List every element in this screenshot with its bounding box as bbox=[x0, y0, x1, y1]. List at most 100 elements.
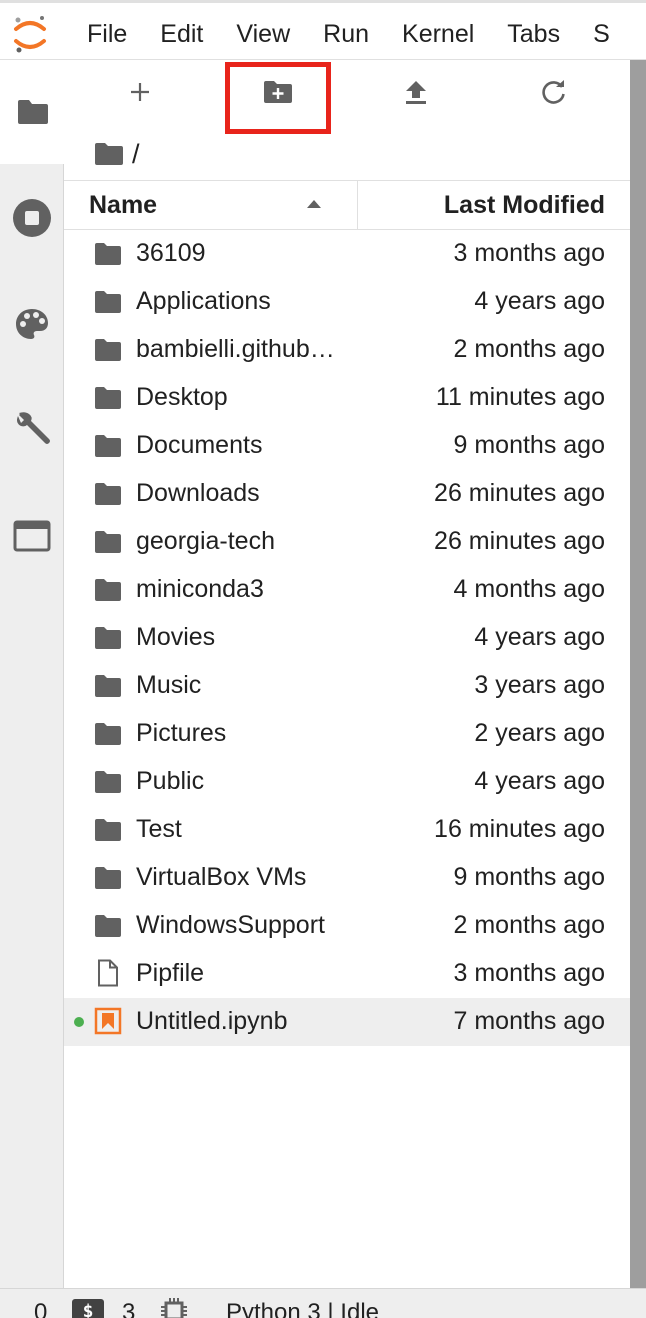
file-list-row[interactable]: Music 3 years ago bbox=[64, 662, 630, 710]
file-list-row[interactable]: Pictures 2 years ago bbox=[64, 710, 630, 758]
folder-icon bbox=[17, 100, 48, 124]
folder-icon bbox=[95, 291, 121, 313]
file-modified: 4 months ago bbox=[453, 575, 606, 603]
file-name: Desktop bbox=[136, 383, 228, 411]
row-icon bbox=[94, 674, 122, 698]
tab-commands[interactable] bbox=[0, 272, 64, 376]
file-list-row[interactable]: Pipfile 3 months ago bbox=[64, 950, 630, 998]
file-modified: 4 years ago bbox=[474, 767, 605, 795]
row-icon bbox=[94, 818, 122, 842]
folder-icon bbox=[95, 339, 121, 361]
menu-view[interactable]: View bbox=[236, 19, 290, 49]
column-header-name-label: Name bbox=[89, 191, 158, 219]
menu-kernel[interactable]: Kernel bbox=[402, 19, 474, 49]
folder-icon bbox=[95, 243, 121, 265]
tab-file-browser[interactable] bbox=[0, 60, 65, 164]
kernel-status[interactable]: Python 3 | Idle bbox=[226, 1299, 379, 1318]
menu-bar: File Edit View Run Kernel Tabs S bbox=[0, 0, 646, 60]
tab-open-tabs[interactable] bbox=[0, 484, 64, 588]
row-icon bbox=[94, 386, 122, 410]
menu-edit[interactable]: Edit bbox=[160, 19, 203, 49]
upload-button[interactable] bbox=[394, 74, 438, 110]
row-icon bbox=[94, 482, 122, 506]
folder-icon bbox=[95, 435, 121, 457]
folder-icon bbox=[95, 627, 121, 649]
file-name: Untitled.ipynb bbox=[136, 1007, 288, 1035]
file-name: miniconda3 bbox=[136, 575, 264, 603]
refresh-button[interactable] bbox=[532, 74, 576, 110]
file-modified: 2 months ago bbox=[453, 335, 606, 363]
tab-window-icon bbox=[13, 520, 51, 552]
file-list-row[interactable]: Public 4 years ago bbox=[64, 758, 630, 806]
file-list-row[interactable]: Documents 9 months ago bbox=[64, 422, 630, 470]
menu-file[interactable]: File bbox=[87, 19, 127, 49]
file-modified: 4 years ago bbox=[474, 623, 605, 651]
file-icon bbox=[98, 959, 118, 987]
file-list-row[interactable]: Test 16 minutes ago bbox=[64, 806, 630, 854]
file-modified: 2 months ago bbox=[453, 911, 606, 939]
file-list-row[interactable]: bambielli.github… 2 months ago bbox=[64, 326, 630, 374]
file-list-header: Name Last Modified bbox=[64, 180, 630, 230]
file-name: Pipfile bbox=[136, 959, 205, 987]
tab-running-sessions[interactable] bbox=[0, 166, 64, 270]
jupyter-logo-icon bbox=[12, 15, 48, 53]
file-modified: 3 years ago bbox=[474, 671, 605, 699]
new-folder-icon bbox=[264, 81, 292, 103]
folder-icon bbox=[95, 915, 121, 937]
file-list-row[interactable]: Downloads 26 minutes ago bbox=[64, 470, 630, 518]
upload-icon bbox=[406, 81, 426, 104]
file-list-row[interactable]: Desktop 11 minutes ago bbox=[64, 374, 630, 422]
column-header-modified[interactable]: Last Modified bbox=[358, 181, 630, 229]
file-list-row[interactable]: WindowsSupport 2 months ago bbox=[64, 902, 630, 950]
file-list-row[interactable]: 36109 3 months ago bbox=[64, 230, 630, 278]
file-modified: 11 minutes ago bbox=[435, 383, 605, 411]
kernel-chip-icon bbox=[161, 1298, 187, 1318]
row-icon bbox=[94, 290, 122, 314]
file-list-row[interactable]: Applications 4 years ago bbox=[64, 278, 630, 326]
file-name: Music bbox=[136, 671, 202, 699]
sort-ascending-icon bbox=[307, 200, 321, 208]
menu-settings[interactable]: S bbox=[593, 19, 610, 49]
new-launcher-button[interactable] bbox=[118, 74, 162, 110]
folder-icon bbox=[95, 579, 121, 601]
file-list-row[interactable]: VirtualBox VMs 9 months ago bbox=[64, 854, 630, 902]
tab-property-inspector[interactable] bbox=[0, 378, 64, 482]
file-name: 36109 bbox=[136, 239, 206, 267]
terminals-count: 0 bbox=[34, 1299, 48, 1318]
file-modified: 3 months ago bbox=[453, 239, 606, 267]
menu-tabs[interactable]: Tabs bbox=[507, 19, 560, 49]
home-folder-icon[interactable] bbox=[94, 142, 124, 166]
kernels-count: 3 bbox=[122, 1299, 136, 1318]
wrench-icon bbox=[17, 412, 50, 444]
file-name: bambielli.github… bbox=[136, 335, 335, 363]
folder-icon bbox=[95, 531, 121, 553]
file-browser-toolbar bbox=[64, 60, 630, 134]
file-name: Pictures bbox=[136, 719, 227, 747]
plus-icon bbox=[131, 83, 149, 101]
file-list: 36109 3 months ago Applications 4 years ago… bbox=[64, 230, 630, 1046]
file-name: Public bbox=[136, 767, 205, 795]
notebook-icon bbox=[94, 1007, 122, 1035]
column-header-modified-label: Last Modified bbox=[443, 191, 605, 219]
refresh-icon bbox=[542, 80, 565, 104]
file-modified: 3 months ago bbox=[453, 959, 606, 987]
palette-icon bbox=[16, 309, 48, 339]
file-list-row[interactable]: georgia-tech 26 minutes ago bbox=[64, 518, 630, 566]
file-modified: 4 years ago bbox=[474, 287, 605, 315]
stop-circle-icon bbox=[13, 199, 51, 237]
row-icon bbox=[94, 722, 122, 746]
file-name: WindowsSupport bbox=[136, 911, 325, 939]
file-name: Documents bbox=[136, 431, 263, 459]
menu-run[interactable]: Run bbox=[323, 19, 369, 49]
file-list-row[interactable]: Untitled.ipynb 7 months ago bbox=[64, 998, 630, 1046]
file-modified: 16 minutes ago bbox=[434, 815, 605, 843]
breadcrumb: / bbox=[94, 136, 140, 172]
column-header-name[interactable]: Name bbox=[64, 181, 358, 229]
row-icon bbox=[94, 338, 122, 362]
scrollbar[interactable] bbox=[630, 60, 646, 1288]
file-list-row[interactable]: miniconda3 4 months ago bbox=[64, 566, 630, 614]
row-icon bbox=[94, 770, 122, 794]
new-folder-button[interactable] bbox=[256, 74, 300, 110]
file-name: VirtualBox VMs bbox=[136, 863, 307, 891]
file-list-row[interactable]: Movies 4 years ago bbox=[64, 614, 630, 662]
